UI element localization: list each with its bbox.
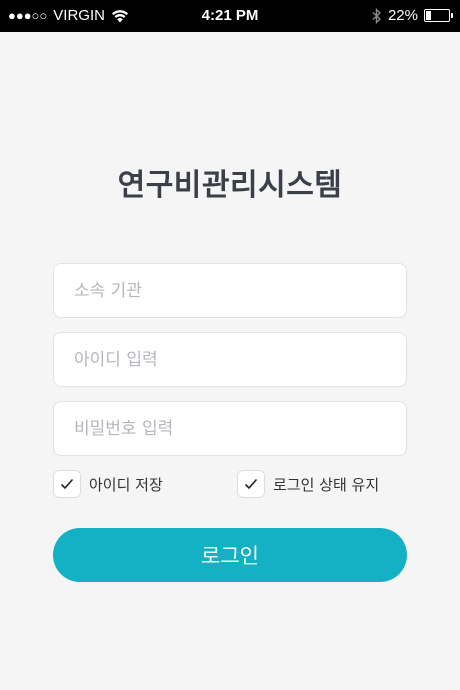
status-right: 22% [372,7,453,24]
institution-input[interactable] [53,263,407,318]
keep-login-checkbox-row[interactable]: 로그인 상태 유지 [237,470,379,498]
status-bar: ●●●○○ VIRGIN 4:21 PM 22% [0,0,460,32]
user-id-input[interactable] [53,332,407,387]
keep-login-checkbox[interactable] [237,470,265,498]
app-title: 연구비관리시스템 [117,168,343,203]
carrier-area: ●●●○○ VIRGIN [8,7,129,24]
save-id-checkbox-row[interactable]: 아이디 저장 [53,470,163,498]
password-input[interactable] [53,401,407,456]
carrier-name: VIRGIN [53,7,105,24]
save-id-checkbox[interactable] [53,470,81,498]
battery-icon [424,9,453,22]
checkmark-icon [244,478,258,490]
save-id-label: 아이디 저장 [89,475,163,494]
keep-login-label: 로그인 상태 유지 [273,475,380,494]
bluetooth-icon [372,7,381,24]
battery-percent: 22% [387,7,418,24]
signal-strength-icon: ●●●○○ [8,8,48,23]
login-button[interactable]: 로그인 [53,528,407,582]
checkmark-icon [60,478,74,490]
battery-level-fill [426,11,431,20]
wifi-icon [111,9,128,22]
